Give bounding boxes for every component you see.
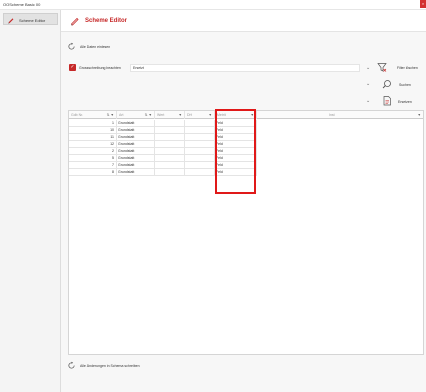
search-icon: [382, 80, 391, 89]
table-row[interactable]: 1 Grundstatt Feld: [69, 120, 259, 127]
filter-icon[interactable]: ▼: [418, 111, 421, 119]
cell-gdb[interactable]: 7: [69, 162, 117, 169]
table-row[interactable]: 7 Grundstatt Feld: [69, 162, 259, 169]
cell-dh[interactable]: [185, 162, 215, 169]
sidebar-item-scheme-editor[interactable]: Scheme Editor: [3, 13, 58, 25]
sidebar: Scheme Editor: [0, 10, 61, 392]
filter-icon[interactable]: ▼: [179, 111, 182, 119]
column-header-wert[interactable]: Wert ▼: [155, 111, 185, 119]
page-header: Scheme Editor: [61, 10, 426, 32]
cell-metrit[interactable]: Feld: [215, 148, 257, 155]
cell-art[interactable]: Grundstatt: [117, 127, 155, 134]
cell-metrit[interactable]: Feld: [215, 141, 257, 148]
cell-metrit[interactable]: Feld: [215, 134, 257, 141]
cell-art[interactable]: Grundstatt: [117, 155, 155, 162]
refresh-icon: [68, 42, 75, 50]
column-header-gdb[interactable]: Gdb Nr. ⇅ ▼: [69, 111, 117, 119]
chevron-down-icon[interactable]: ⌄: [366, 98, 370, 104]
column-header-inst[interactable]: Inst ▼: [257, 111, 423, 119]
cell-art[interactable]: Grundstatt: [117, 148, 155, 155]
cell-wert[interactable]: [155, 134, 185, 141]
cell-wert[interactable]: [155, 169, 185, 176]
cell-gdb[interactable]: 10: [69, 127, 117, 134]
page-title: Scheme Editor: [85, 18, 128, 24]
title-bar: OOScheme Basic 00 ×: [0, 0, 426, 10]
read-all-button[interactable]: Alle Daten einlesen: [67, 42, 147, 52]
cell-wert[interactable]: [155, 127, 185, 134]
sort-filter-icon[interactable]: ⇅ ▼: [145, 111, 152, 119]
cell-wert[interactable]: [155, 155, 185, 162]
case-sensitive-label: Grossschreibung beachten: [79, 66, 121, 70]
write-all-button[interactable]: Alle Änderungen in Schema schreiben: [67, 361, 177, 371]
table-row[interactable]: 8 Grundstatt Feld: [69, 169, 259, 176]
cell-dh[interactable]: [185, 134, 215, 141]
cell-art[interactable]: Grundstatt: [117, 141, 155, 148]
cell-gdb[interactable]: 1: [69, 120, 117, 127]
cell-art[interactable]: Grundstatt: [117, 162, 155, 169]
filter-icon[interactable]: ▼: [251, 111, 254, 119]
cell-wert[interactable]: [155, 141, 185, 148]
filter-icon[interactable]: ▼: [209, 111, 212, 119]
chevron-down-icon[interactable]: ⌄: [366, 65, 370, 71]
cell-gdb[interactable]: 5: [69, 155, 117, 162]
cell-dh[interactable]: [185, 169, 215, 176]
clear-filter-label: Filter löschen: [397, 66, 418, 70]
cell-dh[interactable]: [185, 127, 215, 134]
pencil-icon: [8, 18, 14, 24]
cell-metrit[interactable]: Feld: [215, 120, 257, 127]
column-header-art[interactable]: Art ⇅ ▼: [117, 111, 155, 119]
cell-metrit[interactable]: Feld: [215, 127, 257, 134]
cell-gdb[interactable]: 8: [69, 169, 117, 176]
cell-metrit[interactable]: Feld: [215, 162, 257, 169]
data-grid[interactable]: Gdb Nr. ⇅ ▼ Art ⇅ ▼ Wert ▼ DH ▼ Metrit ▼…: [68, 110, 424, 355]
cell-metrit[interactable]: Feld: [215, 169, 257, 176]
cell-wert[interactable]: [155, 162, 185, 169]
table-row[interactable]: 2 Grundstatt Feld: [69, 148, 259, 155]
cell-gdb[interactable]: 2: [69, 148, 117, 155]
column-header-metrit[interactable]: Metrit ▼: [215, 111, 257, 119]
pencil-icon: [70, 17, 79, 26]
table-row[interactable]: 12 Grundstatt Feld: [69, 141, 259, 148]
document-icon: [383, 96, 391, 106]
close-icon[interactable]: ×: [420, 0, 426, 8]
sidebar-item-label: Scheme Editor: [19, 18, 46, 23]
refresh-icon: [68, 361, 75, 369]
chevron-down-icon[interactable]: ⌄: [366, 81, 370, 87]
search-label: Suchen: [399, 83, 411, 87]
table-row[interactable]: 5 Grundstatt Feld: [69, 155, 259, 162]
read-all-label: Alle Daten einlesen: [80, 45, 111, 49]
cell-wert[interactable]: [155, 120, 185, 127]
case-sensitive-checkbox[interactable]: ✓: [69, 64, 76, 71]
table-row[interactable]: 11 Grundstatt Feld: [69, 134, 259, 141]
cell-gdb[interactable]: 12: [69, 141, 117, 148]
cell-dh[interactable]: [185, 155, 215, 162]
filter-icon: [377, 63, 387, 72]
cell-dh[interactable]: [185, 120, 215, 127]
cell-gdb[interactable]: 11: [69, 134, 117, 141]
replace-value-field[interactable]: Ersetzt: [130, 64, 360, 72]
sort-filter-icon[interactable]: ⇅ ▼: [107, 111, 114, 119]
cell-wert[interactable]: [155, 148, 185, 155]
table-row[interactable]: 10 Grundstatt Feld: [69, 127, 259, 134]
cell-art[interactable]: Grundstatt: [117, 169, 155, 176]
cell-metrit[interactable]: Feld: [215, 155, 257, 162]
write-all-label: Alle Änderungen in Schema schreiben: [80, 364, 140, 368]
column-header-dh[interactable]: DH ▼: [185, 111, 215, 119]
cell-art[interactable]: Grundstatt: [117, 120, 155, 127]
replace-label: Ersetzen: [398, 100, 412, 104]
cell-dh[interactable]: [185, 148, 215, 155]
window-title: OOScheme Basic 00: [3, 2, 41, 7]
cell-art[interactable]: Grundstatt: [117, 134, 155, 141]
grid-header: Gdb Nr. ⇅ ▼ Art ⇅ ▼ Wert ▼ DH ▼ Metrit ▼…: [69, 111, 423, 119]
cell-dh[interactable]: [185, 141, 215, 148]
